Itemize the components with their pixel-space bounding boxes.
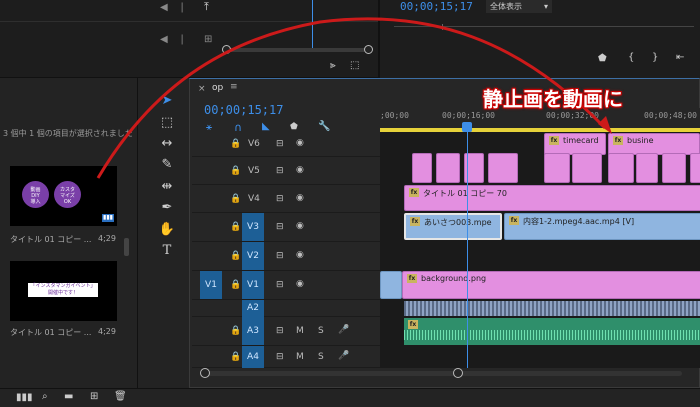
new-bin-icon[interactable]: ▬ [64, 391, 73, 402]
project-bottom-toolbar: ▮▮▮ ⌕ ▬ ⊞ 🗑 [0, 388, 700, 407]
list-view-icon[interactable]: ▮▮▮ [16, 392, 33, 403]
annotation-arrow [96, 17, 612, 179]
search-icon[interactable]: ⌕ [42, 391, 48, 402]
callout-text: 静止画を動画に [483, 87, 623, 111]
trash-icon[interactable]: 🗑 [114, 391, 127, 402]
new-item-icon[interactable]: ⊞ [90, 391, 98, 402]
arrow-head [598, 116, 612, 134]
